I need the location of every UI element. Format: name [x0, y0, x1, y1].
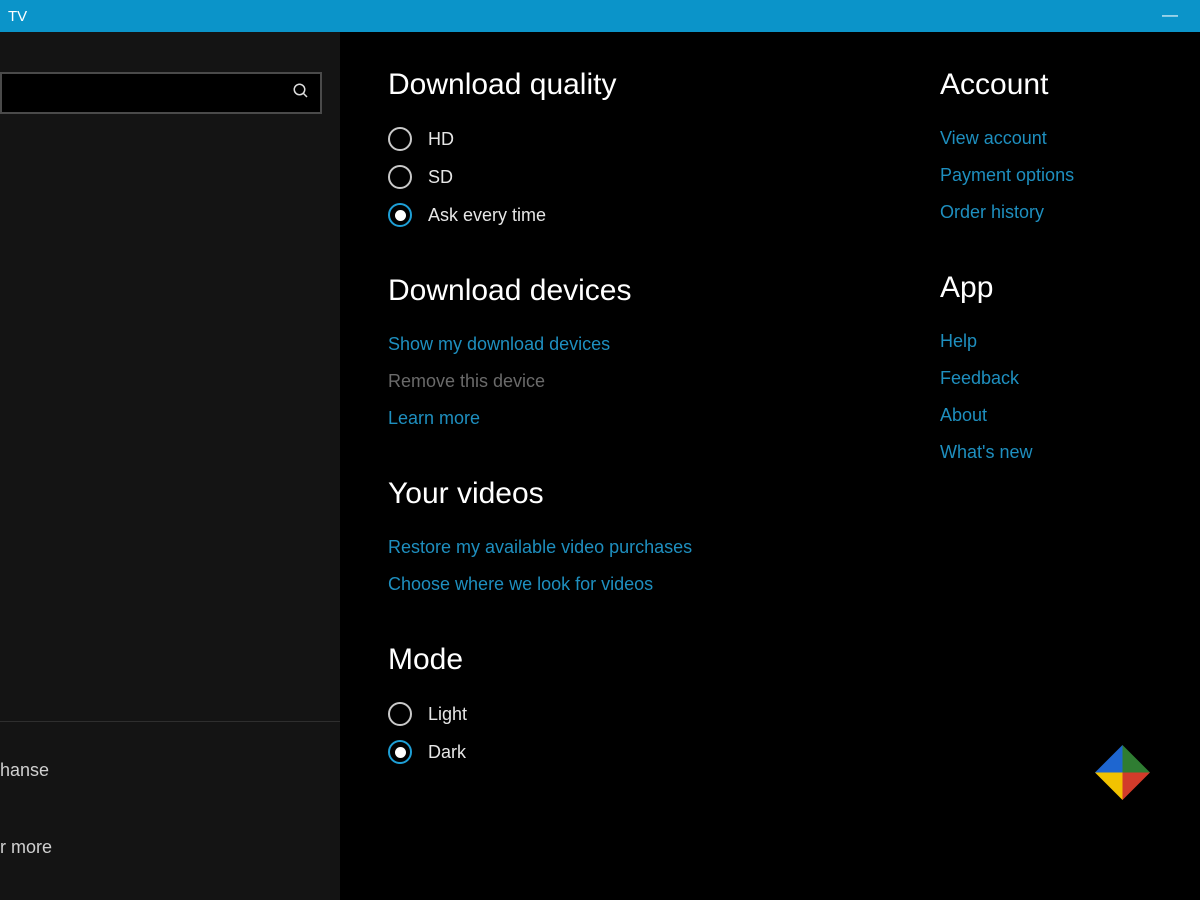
link-feedback[interactable]: Feedback [940, 360, 1170, 397]
sidebar-bottom-item[interactable]: hanse [0, 746, 340, 795]
sidebar-bottom: hanse r more [0, 746, 340, 900]
account-heading: Account [940, 68, 1170, 102]
link-remove-this-device: Remove this device [388, 363, 920, 400]
sidebar-divider [0, 721, 340, 722]
your-videos-group: Your videos Restore my available video p… [388, 477, 920, 603]
app-window: TV ― hanse r more [0, 0, 1200, 900]
search-input[interactable] [16, 84, 292, 102]
radio-label: HD [428, 129, 454, 150]
radio-hd[interactable]: HD [388, 120, 920, 158]
radio-icon [388, 127, 412, 151]
radio-label: SD [428, 167, 453, 188]
link-choose-video-locations[interactable]: Choose where we look for videos [388, 566, 920, 603]
search-icon [292, 82, 310, 105]
windows-club-logo-icon [1095, 745, 1150, 800]
mode-heading: Mode [388, 643, 920, 677]
radio-icon [388, 203, 412, 227]
link-restore-purchases[interactable]: Restore my available video purchases [388, 529, 920, 566]
titlebar: TV ― [0, 0, 1200, 32]
link-show-download-devices[interactable]: Show my download devices [388, 326, 920, 363]
app-group: App Help Feedback About What's new [940, 271, 1170, 471]
radio-dark[interactable]: Dark [388, 733, 920, 771]
download-devices-group: Download devices Show my download device… [388, 274, 920, 437]
radio-ask-every-time[interactable]: Ask every time [388, 196, 920, 234]
download-quality-heading: Download quality [388, 68, 920, 102]
link-about[interactable]: About [940, 397, 1170, 434]
radio-icon [388, 740, 412, 764]
link-learn-more[interactable]: Learn more [388, 400, 920, 437]
app-heading: App [940, 271, 1170, 305]
app-body: hanse r more Download quality HD SD [0, 32, 1200, 900]
search-box[interactable] [0, 72, 322, 114]
mode-group: Mode Light Dark [388, 643, 920, 771]
download-devices-heading: Download devices [388, 274, 920, 308]
link-view-account[interactable]: View account [940, 120, 1170, 157]
link-payment-options[interactable]: Payment options [940, 157, 1170, 194]
settings-column: Download quality HD SD Ask every time [388, 68, 920, 900]
radio-light[interactable]: Light [388, 695, 920, 733]
radio-label: Ask every time [428, 205, 546, 226]
link-help[interactable]: Help [940, 323, 1170, 360]
download-quality-group: Download quality HD SD Ask every time [388, 68, 920, 234]
your-videos-heading: Your videos [388, 477, 920, 511]
radio-label: Dark [428, 742, 466, 763]
main-content: Download quality HD SD Ask every time [340, 32, 1200, 900]
minimize-button[interactable]: ― [1148, 7, 1192, 25]
link-whats-new[interactable]: What's new [940, 434, 1170, 471]
radio-icon [388, 702, 412, 726]
link-order-history[interactable]: Order history [940, 194, 1170, 231]
sidebar: hanse r more [0, 32, 340, 900]
account-group: Account View account Payment options Ord… [940, 68, 1170, 231]
radio-sd[interactable]: SD [388, 158, 920, 196]
radio-icon [388, 165, 412, 189]
sidebar-bottom-item[interactable]: r more [0, 823, 340, 872]
window-title: TV [8, 8, 27, 25]
radio-label: Light [428, 704, 467, 725]
